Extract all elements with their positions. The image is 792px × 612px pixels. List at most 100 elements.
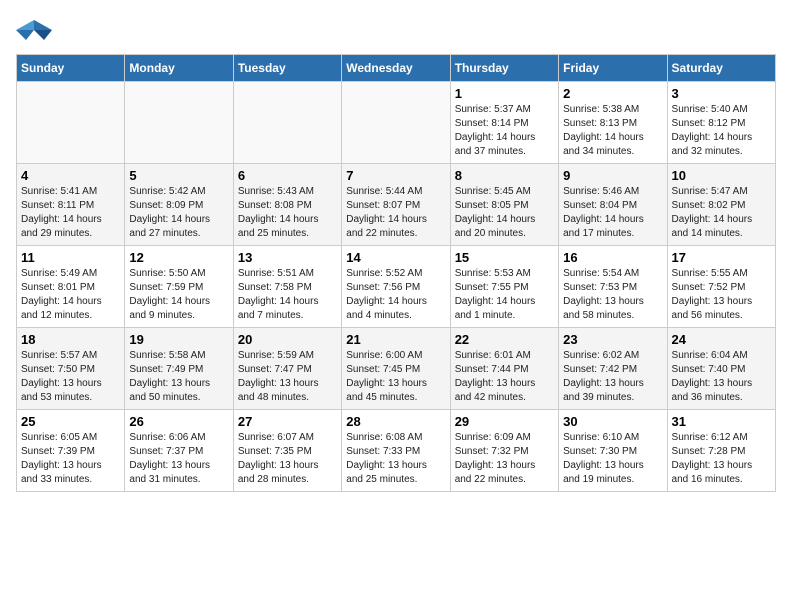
calendar-cell: 21 Sunrise: 6:00 AMSunset: 7:45 PMDayligh…: [342, 328, 450, 410]
calendar-cell: 22 Sunrise: 6:01 AMSunset: 7:44 PMDayligh…: [450, 328, 558, 410]
day-number: 1: [455, 86, 554, 101]
day-number: 8: [455, 168, 554, 183]
day-info: Sunrise: 5:49 AMSunset: 8:01 PMDaylight:…: [21, 267, 120, 323]
day-info: Sunrise: 5:42 AMSunset: 8:09 PMDaylight:…: [129, 185, 228, 241]
day-info: Sunrise: 5:40 AMSunset: 8:12 PMDaylight:…: [672, 103, 771, 159]
day-info: Sunrise: 5:37 AMSunset: 8:14 PMDaylight:…: [455, 103, 554, 159]
day-number: 20: [238, 332, 337, 347]
day-info: Sunrise: 5:52 AMSunset: 7:56 PMDaylight:…: [346, 267, 445, 323]
calendar-cell: 23 Sunrise: 6:02 AMSunset: 7:42 PMDayligh…: [559, 328, 667, 410]
day-number: 17: [672, 250, 771, 265]
day-number: 26: [129, 414, 228, 429]
calendar-cell: 4 Sunrise: 5:41 AMSunset: 8:11 PMDaylight…: [17, 164, 125, 246]
day-number: 31: [672, 414, 771, 429]
calendar-cell: 8 Sunrise: 5:45 AMSunset: 8:05 PMDaylight…: [450, 164, 558, 246]
day-number: 2: [563, 86, 662, 101]
calendar-cell: 29Sunrise: 6:09 AMSunset: 7:32 PMDayligh…: [450, 410, 558, 492]
day-number: 30: [563, 414, 662, 429]
calendar-cell: [342, 82, 450, 164]
calendar-cell: 30 Sunrise: 6:10 AMSunset: 7:30 PMDayligh…: [559, 410, 667, 492]
day-info: Sunrise: 6:05 AMSunset: 7:39 PMDaylight:…: [21, 431, 120, 487]
calendar-table: SundayMondayTuesdayWednesdayThursdayFrid…: [16, 54, 776, 492]
day-header-monday: Monday: [125, 55, 233, 82]
day-header-sunday: Sunday: [17, 55, 125, 82]
day-number: 16: [563, 250, 662, 265]
day-number: 9: [563, 168, 662, 183]
day-info: Sunrise: 5:44 AMSunset: 8:07 PMDaylight:…: [346, 185, 445, 241]
day-number: 21: [346, 332, 445, 347]
day-info: Sunrise: 5:46 AMSunset: 8:04 PMDaylight:…: [563, 185, 662, 241]
day-number: 24: [672, 332, 771, 347]
calendar-cell: 7 Sunrise: 5:44 AMSunset: 8:07 PMDaylight…: [342, 164, 450, 246]
day-info: Sunrise: 6:10 AMSunset: 7:30 PMDaylight:…: [563, 431, 662, 487]
day-number: 18: [21, 332, 120, 347]
day-number: 11: [21, 250, 120, 265]
day-info: Sunrise: 5:58 AMSunset: 7:49 PMDaylight:…: [129, 349, 228, 405]
calendar-cell: 13 Sunrise: 5:51 AMSunset: 7:58 PMDayligh…: [233, 246, 341, 328]
day-number: 3: [672, 86, 771, 101]
calendar-cell: 20 Sunrise: 5:59 AMSunset: 7:47 PMDayligh…: [233, 328, 341, 410]
day-number: 23: [563, 332, 662, 347]
day-info: Sunrise: 5:59 AMSunset: 7:47 PMDaylight:…: [238, 349, 337, 405]
day-number: 6: [238, 168, 337, 183]
calendar-cell: 11 Sunrise: 5:49 AMSunset: 8:01 PMDayligh…: [17, 246, 125, 328]
day-info: Sunrise: 6:12 AMSunset: 7:28 PMDaylight:…: [672, 431, 771, 487]
day-number: 14: [346, 250, 445, 265]
day-number: 22: [455, 332, 554, 347]
calendar-cell: 10Sunrise: 5:47 AMSunset: 8:02 PMDayligh…: [667, 164, 775, 246]
calendar-cell: 17 Sunrise: 5:55 AMSunset: 7:52 PMDayligh…: [667, 246, 775, 328]
day-number: 7: [346, 168, 445, 183]
day-info: Sunrise: 5:53 AMSunset: 7:55 PMDaylight:…: [455, 267, 554, 323]
calendar-cell: 24 Sunrise: 6:04 AMSunset: 7:40 PMDayligh…: [667, 328, 775, 410]
day-info: Sunrise: 6:02 AMSunset: 7:42 PMDaylight:…: [563, 349, 662, 405]
logo: [16, 16, 56, 44]
day-info: Sunrise: 6:04 AMSunset: 7:40 PMDaylight:…: [672, 349, 771, 405]
day-number: 29: [455, 414, 554, 429]
calendar-cell: [17, 82, 125, 164]
day-header-thursday: Thursday: [450, 55, 558, 82]
day-header-saturday: Saturday: [667, 55, 775, 82]
calendar-week-5: 25Sunrise: 6:05 AMSunset: 7:39 PMDayligh…: [17, 410, 776, 492]
logo-icon: [16, 16, 52, 44]
day-info: Sunrise: 5:50 AMSunset: 7:59 PMDaylight:…: [129, 267, 228, 323]
page-header: [16, 16, 776, 44]
calendar-cell: 2 Sunrise: 5:38 AMSunset: 8:13 PMDaylight…: [559, 82, 667, 164]
calendar-cell: 28Sunrise: 6:08 AMSunset: 7:33 PMDayligh…: [342, 410, 450, 492]
day-info: Sunrise: 5:55 AMSunset: 7:52 PMDaylight:…: [672, 267, 771, 323]
calendar-cell: 26Sunrise: 6:06 AMSunset: 7:37 PMDayligh…: [125, 410, 233, 492]
day-info: Sunrise: 6:00 AMSunset: 7:45 PMDaylight:…: [346, 349, 445, 405]
calendar-cell: [233, 82, 341, 164]
calendar-cell: 5 Sunrise: 5:42 AMSunset: 8:09 PMDaylight…: [125, 164, 233, 246]
calendar-cell: 6 Sunrise: 5:43 AMSunset: 8:08 PMDaylight…: [233, 164, 341, 246]
day-info: Sunrise: 5:47 AMSunset: 8:02 PMDaylight:…: [672, 185, 771, 241]
day-info: Sunrise: 5:41 AMSunset: 8:11 PMDaylight:…: [21, 185, 120, 241]
calendar-cell: 1 Sunrise: 5:37 AMSunset: 8:14 PMDaylight…: [450, 82, 558, 164]
calendar-cell: 14 Sunrise: 5:52 AMSunset: 7:56 PMDayligh…: [342, 246, 450, 328]
calendar-cell: 15 Sunrise: 5:53 AMSunset: 7:55 PMDayligh…: [450, 246, 558, 328]
day-number: 19: [129, 332, 228, 347]
day-info: Sunrise: 5:38 AMSunset: 8:13 PMDaylight:…: [563, 103, 662, 159]
calendar-cell: 12Sunrise: 5:50 AMSunset: 7:59 PMDayligh…: [125, 246, 233, 328]
day-number: 28: [346, 414, 445, 429]
calendar-cell: 16 Sunrise: 5:54 AMSunset: 7:53 PMDayligh…: [559, 246, 667, 328]
day-info: Sunrise: 5:51 AMSunset: 7:58 PMDaylight:…: [238, 267, 337, 323]
day-info: Sunrise: 5:43 AMSunset: 8:08 PMDaylight:…: [238, 185, 337, 241]
calendar-week-2: 4 Sunrise: 5:41 AMSunset: 8:11 PMDaylight…: [17, 164, 776, 246]
calendar-week-3: 11 Sunrise: 5:49 AMSunset: 8:01 PMDayligh…: [17, 246, 776, 328]
day-info: Sunrise: 5:54 AMSunset: 7:53 PMDaylight:…: [563, 267, 662, 323]
day-info: Sunrise: 5:45 AMSunset: 8:05 PMDaylight:…: [455, 185, 554, 241]
day-number: 13: [238, 250, 337, 265]
day-info: Sunrise: 6:01 AMSunset: 7:44 PMDaylight:…: [455, 349, 554, 405]
day-info: Sunrise: 6:07 AMSunset: 7:35 PMDaylight:…: [238, 431, 337, 487]
day-header-wednesday: Wednesday: [342, 55, 450, 82]
calendar-cell: 25Sunrise: 6:05 AMSunset: 7:39 PMDayligh…: [17, 410, 125, 492]
calendar-cell: 9 Sunrise: 5:46 AMSunset: 8:04 PMDaylight…: [559, 164, 667, 246]
day-number: 5: [129, 168, 228, 183]
calendar-cell: 3 Sunrise: 5:40 AMSunset: 8:12 PMDaylight…: [667, 82, 775, 164]
day-header-tuesday: Tuesday: [233, 55, 341, 82]
calendar-cell: [125, 82, 233, 164]
calendar-week-4: 18Sunrise: 5:57 AMSunset: 7:50 PMDayligh…: [17, 328, 776, 410]
day-number: 15: [455, 250, 554, 265]
day-number: 4: [21, 168, 120, 183]
calendar-cell: 27Sunrise: 6:07 AMSunset: 7:35 PMDayligh…: [233, 410, 341, 492]
